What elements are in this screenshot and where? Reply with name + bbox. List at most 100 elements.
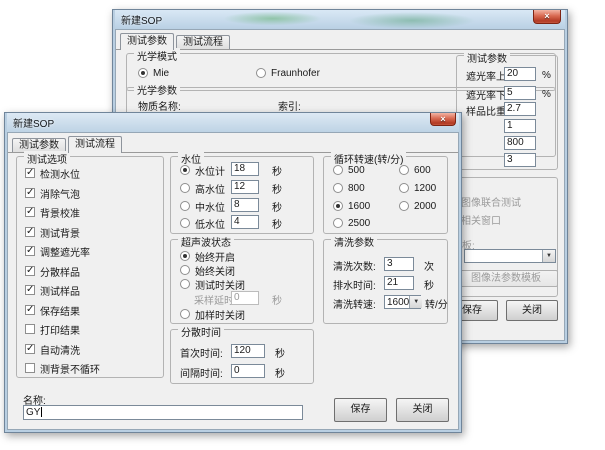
checkbox-save-results[interactable]: 保存结果 bbox=[25, 304, 80, 316]
radio-mid-water[interactable]: 中水位 bbox=[180, 200, 225, 212]
checkbox-detect-water-level[interactable]: 检测水位 bbox=[25, 167, 80, 179]
radio-ultrasonic-always-on[interactable]: 始终开启 bbox=[180, 250, 235, 262]
interval-time-input[interactable]: 0 bbox=[231, 364, 265, 378]
radio-fraunhofer[interactable]: Fraunhofer bbox=[256, 67, 320, 79]
checkbox-remove-bubbles[interactable]: 消除气泡 bbox=[25, 187, 80, 199]
test-param-input-5[interactable]: 800 bbox=[504, 136, 536, 150]
mid-water-time-input[interactable]: 8 bbox=[231, 198, 259, 212]
wash-speed-label: 清洗转速: bbox=[333, 297, 376, 309]
radio-icon bbox=[399, 201, 409, 211]
obscuration-lower-input[interactable]: 5 bbox=[504, 86, 536, 100]
sample-density-label: 样品比重: bbox=[466, 104, 509, 116]
front-window-title: 新建SOP bbox=[13, 115, 54, 130]
front-title-bar[interactable]: 新建SOP × bbox=[7, 113, 459, 132]
interval-time-label: 间隔时间: bbox=[180, 366, 223, 378]
front-tab-test-flow[interactable]: 测试流程 bbox=[68, 136, 122, 153]
drain-time-label: 排水时间: bbox=[333, 278, 376, 290]
water-gauge-time-unit: 秒 bbox=[272, 164, 282, 176]
test-param-input-4[interactable]: 1 bbox=[504, 119, 536, 133]
radio-ultrasonic-always-off[interactable]: 始终关闭 bbox=[180, 264, 235, 276]
first-time-unit: 秒 bbox=[275, 346, 285, 358]
radio-icon bbox=[180, 309, 190, 319]
test-options-group-title: 测试选项 bbox=[24, 151, 70, 166]
radio-speed-1600[interactable]: 1600 bbox=[333, 200, 370, 212]
first-time-input[interactable]: 120 bbox=[231, 344, 265, 358]
sampling-delay-unit: 秒 bbox=[272, 293, 282, 305]
radio-icon bbox=[333, 201, 343, 211]
close-icon: × bbox=[544, 11, 549, 21]
back-title-bar[interactable]: 新建SOP × bbox=[115, 10, 565, 29]
radio-speed-500[interactable]: 500 bbox=[333, 164, 365, 176]
checkbox-icon bbox=[25, 207, 35, 217]
checkbox-adjust-obscuration[interactable]: 调整遮光率 bbox=[25, 245, 90, 257]
optical-mode-group-title: 光学模式 bbox=[134, 48, 180, 63]
sample-density-input[interactable]: 2.7 bbox=[504, 102, 536, 116]
water-gauge-time-input[interactable]: 18 bbox=[231, 162, 259, 176]
checkbox-test-sample[interactable]: 测试样品 bbox=[25, 284, 80, 296]
checkbox-print-results[interactable]: 打印结果 bbox=[25, 323, 80, 335]
radio-icon bbox=[180, 218, 190, 228]
text-caret bbox=[41, 407, 42, 417]
radio-water-gauge[interactable]: 水位计 bbox=[180, 164, 225, 176]
low-water-time-unit: 秒 bbox=[272, 217, 282, 229]
radio-speed-2000[interactable]: 2000 bbox=[399, 200, 436, 212]
template-params-button[interactable]: 图像法参数模板 bbox=[454, 270, 558, 287]
checkbox-test-background[interactable]: 测试背景 bbox=[25, 226, 80, 238]
radio-ultrasonic-off-while-test[interactable]: 测试时关闭 bbox=[180, 278, 245, 290]
test-param-input-6[interactable]: 3 bbox=[504, 153, 536, 167]
checkbox-auto-clean[interactable]: 自动清洗 bbox=[25, 343, 80, 355]
radio-high-water[interactable]: 高水位 bbox=[180, 182, 225, 194]
mid-water-time-unit: 秒 bbox=[272, 200, 282, 212]
checkbox-icon bbox=[25, 227, 35, 237]
sampling-delay-input[interactable]: 0 bbox=[231, 291, 259, 305]
front-tab-test-params[interactable]: 测试参数 bbox=[12, 138, 66, 152]
radio-icon bbox=[399, 183, 409, 193]
radio-speed-1200[interactable]: 1200 bbox=[399, 182, 436, 194]
radio-speed-600[interactable]: 600 bbox=[399, 164, 431, 176]
template-select[interactable]: ▼ bbox=[464, 249, 556, 263]
radio-icon bbox=[256, 68, 266, 78]
first-time-label: 首次时间: bbox=[180, 346, 223, 358]
obscuration-upper-input[interactable]: 20 bbox=[504, 67, 536, 81]
checkbox-icon bbox=[25, 305, 35, 315]
back-tab-strip: 测试参数 测试流程 bbox=[116, 33, 564, 50]
radio-speed-800[interactable]: 800 bbox=[333, 182, 365, 194]
radio-icon bbox=[180, 183, 190, 193]
back-close-action-button[interactable]: 关闭 bbox=[506, 300, 558, 321]
checkbox-icon bbox=[25, 285, 35, 295]
back-tab-test-params[interactable]: 测试参数 bbox=[120, 33, 174, 50]
sampling-delay-label: 采样延时 bbox=[194, 293, 234, 305]
checkbox-icon bbox=[25, 344, 35, 354]
checkbox-icon bbox=[25, 188, 35, 198]
radio-icon bbox=[399, 165, 409, 175]
obscuration-lower-unit: % bbox=[542, 88, 551, 100]
radio-label: Fraunhofer bbox=[271, 68, 320, 79]
back-tab-test-flow[interactable]: 测试流程 bbox=[176, 35, 230, 49]
drain-time-input[interactable]: 21 bbox=[384, 276, 414, 290]
wash-count-input[interactable]: 3 bbox=[384, 257, 414, 271]
high-water-time-input[interactable]: 12 bbox=[231, 180, 259, 194]
checkbox-icon bbox=[25, 246, 35, 256]
index-label: 索引: bbox=[278, 99, 301, 111]
checkbox-background-calibration[interactable]: 背景校准 bbox=[25, 206, 80, 218]
front-close-button[interactable]: × bbox=[430, 113, 456, 126]
checkbox-background-no-cycle[interactable]: 测背景不循环 bbox=[25, 362, 100, 374]
radio-mie[interactable]: Mie bbox=[138, 67, 169, 79]
checkbox-disperse-sample[interactable]: 分散样品 bbox=[25, 265, 80, 277]
radio-icon bbox=[180, 251, 190, 261]
front-save-button[interactable]: 保存 bbox=[334, 398, 387, 422]
back-close-button[interactable]: × bbox=[533, 10, 561, 24]
front-close-action-button[interactable]: 关闭 bbox=[396, 398, 449, 422]
front-dialog-new-sop: 新建SOP × 测试参数 测试流程 测试选项 检测水位 消除气泡 背景校准 测试… bbox=[4, 112, 462, 433]
low-water-time-input[interactable]: 4 bbox=[231, 215, 259, 229]
radio-ultrasonic-off-while-dosing[interactable]: 加样时关闭 bbox=[180, 308, 245, 320]
name-input[interactable]: GY bbox=[23, 405, 303, 420]
ultrasonic-group-title: 超声波状态 bbox=[178, 234, 234, 249]
radio-speed-2500[interactable]: 2500 bbox=[333, 217, 370, 229]
back-window-title: 新建SOP bbox=[121, 12, 162, 27]
radio-low-water[interactable]: 低水位 bbox=[180, 217, 225, 229]
checkbox-icon bbox=[25, 168, 35, 178]
wash-speed-select[interactable]: 1600 ▼ bbox=[384, 295, 421, 309]
radio-icon bbox=[180, 265, 190, 275]
radio-icon bbox=[138, 68, 148, 78]
